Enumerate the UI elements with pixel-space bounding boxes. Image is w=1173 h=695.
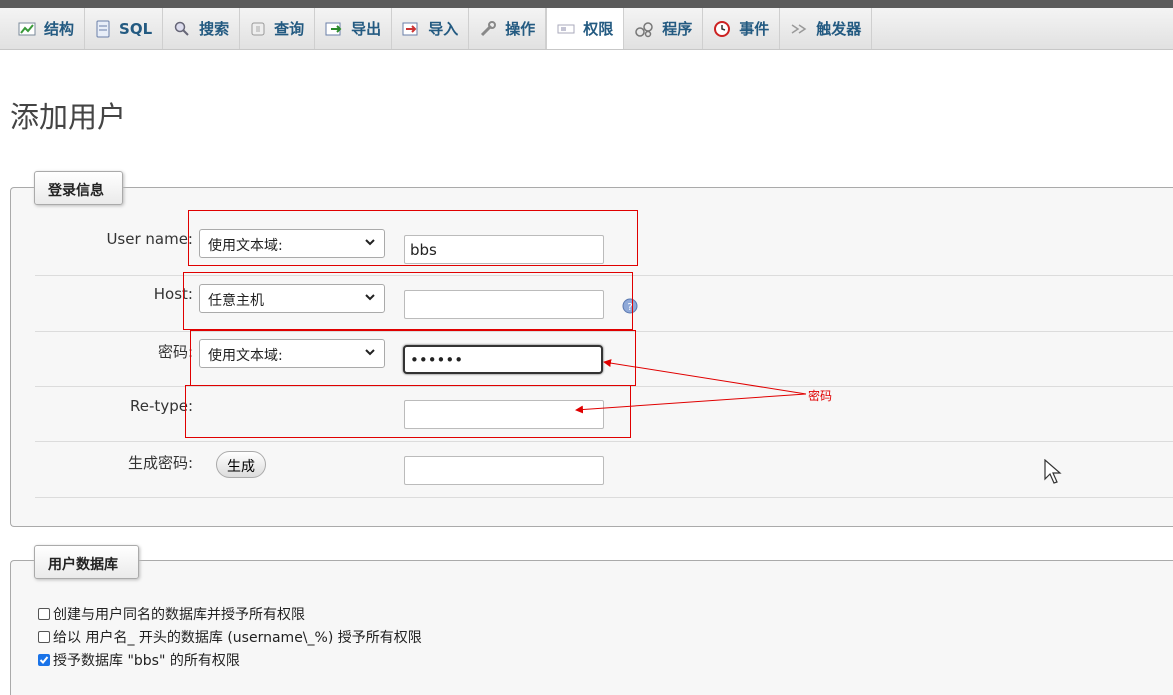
checkbox-label: 创建与用户同名的数据库并授予所有权限 xyxy=(53,607,305,623)
checkbox-label: 给以 用户名_ 开头的数据库 (username\_%) 授予所有权限 xyxy=(53,630,422,646)
mouse-cursor-icon xyxy=(1044,459,1062,484)
checkbox-label: 授予数据库 "bbs" 的所有权限 xyxy=(53,653,240,669)
arrow-to-password xyxy=(603,359,807,395)
arrow-to-retype xyxy=(575,393,807,414)
db-option-grant-bbs[interactable]: 授予数据库 "bbs" 的所有权限 xyxy=(38,650,240,670)
checkbox[interactable] xyxy=(38,608,50,620)
checkbox[interactable] xyxy=(38,631,50,643)
checkbox-checked[interactable] xyxy=(38,654,50,666)
user-database-legend: 用户数据库 xyxy=(34,545,139,579)
annotation-label: 密码 xyxy=(808,389,833,403)
db-option-create-same-name[interactable]: 创建与用户同名的数据库并授予所有权限 xyxy=(38,604,305,624)
db-option-prefix-wildcard[interactable]: 给以 用户名_ 开头的数据库 (username\_%) 授予所有权限 xyxy=(38,627,422,647)
